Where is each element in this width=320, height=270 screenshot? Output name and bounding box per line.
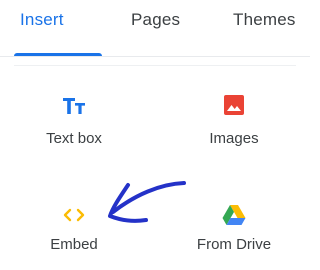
insert-text-box-button[interactable]: Text box: [14, 82, 134, 162]
images-label: Images: [209, 130, 259, 147]
tab-pages[interactable]: Pages: [131, 10, 180, 30]
google-drive-icon: [221, 202, 247, 228]
text-box-icon: [61, 92, 87, 118]
insert-embed-button[interactable]: Embed: [14, 190, 134, 270]
from-drive-label: From Drive: [196, 236, 272, 253]
text-box-label: Text box: [46, 130, 102, 147]
section-divider: [14, 65, 296, 66]
insert-images-button[interactable]: Images: [174, 82, 294, 162]
tab-themes[interactable]: Themes: [233, 10, 296, 30]
image-icon: [221, 92, 247, 118]
tab-insert[interactable]: Insert: [20, 10, 64, 30]
embed-code-icon: [61, 202, 87, 228]
tab-bar: Insert Pages Themes: [0, 0, 310, 60]
insert-from-drive-button[interactable]: From Drive: [174, 190, 294, 270]
embed-label: Embed: [50, 236, 98, 253]
tab-bar-divider: [0, 56, 310, 57]
